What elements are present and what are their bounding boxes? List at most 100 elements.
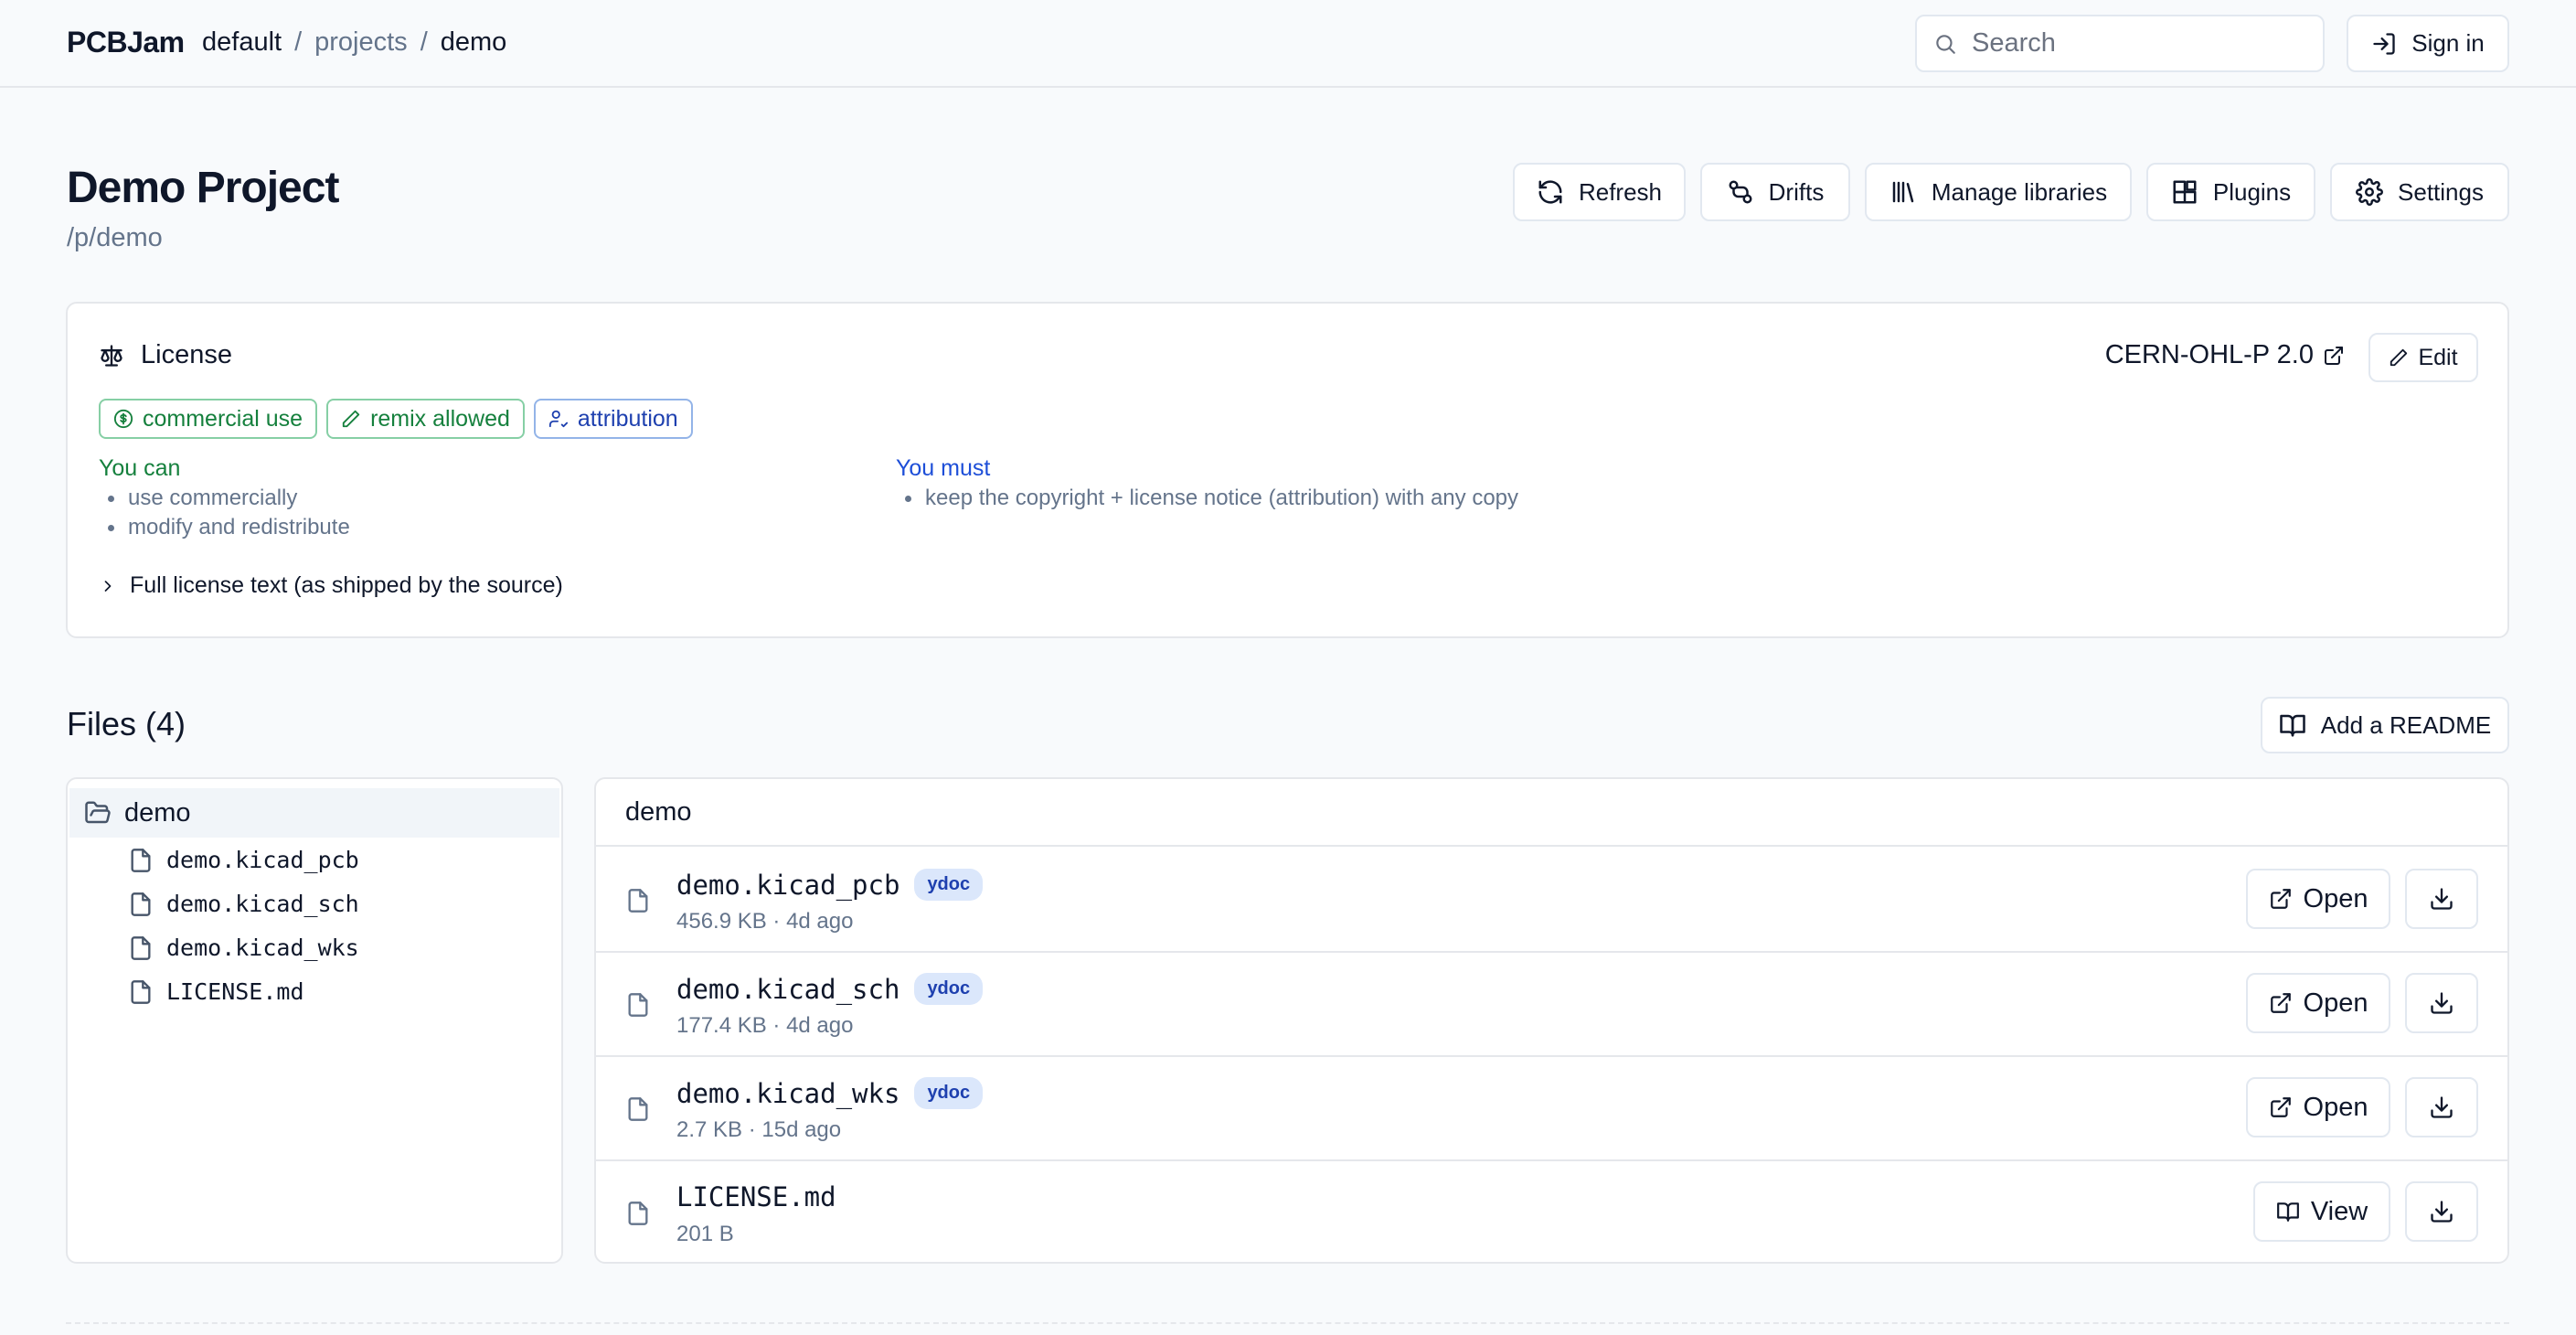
license-heading: License [99, 340, 232, 370]
view-button[interactable]: View [2253, 1181, 2390, 1242]
files-title: Files (4) [67, 705, 186, 742]
git-compare-icon [1727, 178, 1754, 206]
search-input[interactable] [1972, 28, 2301, 59]
file-name[interactable]: demo.kicad_wks [676, 1078, 899, 1109]
plugins-button[interactable]: Plugins [2146, 163, 2315, 221]
download-icon [2429, 1199, 2454, 1224]
file-name[interactable]: demo.kicad_sch [676, 974, 899, 1005]
open-button[interactable]: Open [2246, 973, 2390, 1033]
file-name-line: demo.kicad_sch ydoc [676, 973, 984, 1005]
open-button[interactable]: Open [2246, 869, 2390, 929]
download-button[interactable] [2405, 973, 2478, 1033]
download-icon [2429, 990, 2454, 1016]
book-open-icon [2279, 711, 2306, 739]
book-open-icon [2276, 1200, 2300, 1223]
file-name-line: LICENSE.md [676, 1181, 836, 1212]
download-icon [2429, 886, 2454, 912]
user-check-icon [548, 409, 569, 429]
file-meta: 2.7 KB · 15d ago [676, 1117, 842, 1142]
external-link-icon [2269, 1095, 2293, 1119]
project-path: /p/demo [67, 223, 163, 252]
file-list-header: demo [596, 779, 2507, 847]
license-name-link[interactable]: CERN-OHL-P 2.0 [2105, 340, 2345, 370]
tree-item[interactable]: demo.kicad_sch [128, 891, 359, 917]
drifts-button[interactable]: Drifts [1700, 163, 1850, 221]
download-button[interactable] [2405, 1181, 2478, 1242]
license-name: CERN-OHL-P 2.0 [2104, 340, 2314, 369]
sign-in-icon [2371, 31, 2397, 57]
chevron-right-icon [99, 577, 117, 595]
file-tree: demo demo.kicad_pcb demo.kicad_sch demo.… [66, 777, 563, 1264]
ydoc-badge: ydoc [914, 869, 984, 901]
you-can-item: use commercially [99, 484, 350, 513]
open-button[interactable]: Open [2246, 1077, 2390, 1137]
breadcrumb-separator: / [294, 27, 303, 57]
view-label: View [2310, 1196, 2368, 1226]
file-meta: 456.9 KB · 4d ago [676, 909, 854, 934]
plugins-label: Plugins [2212, 177, 2292, 206]
edit-label: Edit [2418, 344, 2458, 370]
badge-commercial-use: commercial use [99, 399, 318, 439]
search-box[interactable] [1915, 15, 2325, 72]
page-title: Demo Project [67, 164, 339, 212]
breadcrumb-org[interactable]: default [202, 27, 282, 58]
section-divider [66, 1322, 2509, 1335]
add-readme-label: Add a README [2320, 710, 2492, 739]
settings-button[interactable]: Settings [2330, 163, 2509, 221]
pencil-icon [2389, 347, 2409, 368]
external-link-icon [2269, 991, 2293, 1015]
open-label: Open [2303, 988, 2368, 1018]
badge-label: attribution [577, 405, 678, 432]
license-heading-label: License [141, 340, 232, 369]
file-meta: 201 B [676, 1222, 734, 1246]
dollar-icon [113, 409, 133, 429]
sign-in-button[interactable]: Sign in [2347, 15, 2509, 72]
open-label: Open [2303, 883, 2368, 913]
download-icon [2429, 1095, 2454, 1120]
top-bar: PCBJam default / projects / demo Sign in [0, 0, 2576, 88]
tree-folder-label: demo [124, 797, 191, 828]
tree-item-label: LICENSE.md [166, 978, 304, 1005]
file-icon [625, 1200, 651, 1227]
folder-open-icon [84, 799, 112, 827]
you-must-item: keep the copyright + license notice (att… [896, 484, 1518, 513]
download-button[interactable] [2405, 1077, 2478, 1137]
tree-item-label: demo.kicad_sch [166, 891, 359, 917]
download-button[interactable] [2405, 869, 2478, 929]
file-row: demo.kicad_wks ydoc 2.7 KB · 15d ago Ope… [596, 1057, 2507, 1161]
you-can-title: You can [99, 455, 181, 481]
open-label: Open [2303, 1092, 2368, 1122]
file-row: LICENSE.md 201 B View [596, 1161, 2507, 1266]
refresh-label: Refresh [1578, 177, 1663, 206]
file-icon [128, 892, 154, 917]
badge-label: commercial use [143, 405, 303, 432]
external-link-icon [2323, 345, 2345, 367]
file-name[interactable]: demo.kicad_pcb [676, 870, 899, 901]
file-icon [128, 935, 154, 961]
badge-label: remix allowed [370, 405, 510, 432]
settings-label: Settings [2398, 177, 2484, 206]
file-list: demo demo.kicad_pcb ydoc 456.9 KB · 4d a… [594, 777, 2509, 1264]
tree-item-label: demo.kicad_wks [166, 934, 359, 961]
ydoc-badge: ydoc [914, 973, 984, 1005]
library-icon [1889, 178, 1917, 206]
badge-attribution: attribution [533, 399, 693, 439]
edit-license-button[interactable]: Edit [2368, 333, 2478, 382]
full-license-toggle[interactable]: Full license text (as shipped by the sou… [99, 572, 563, 599]
tree-folder-demo[interactable]: demo [69, 788, 559, 838]
tree-item[interactable]: demo.kicad_pcb [128, 847, 359, 873]
manage-libraries-button[interactable]: Manage libraries [1865, 163, 2132, 221]
tree-item[interactable]: demo.kicad_wks [128, 934, 359, 961]
file-name[interactable]: LICENSE.md [676, 1181, 836, 1212]
breadcrumb-projects[interactable]: projects [314, 27, 408, 58]
file-icon [625, 887, 651, 914]
brand-logo[interactable]: PCBJam [67, 26, 185, 59]
tree-item[interactable]: LICENSE.md [128, 978, 304, 1005]
pencil-icon [341, 409, 361, 429]
ydoc-badge: ydoc [914, 1077, 984, 1109]
refresh-button[interactable]: Refresh [1513, 163, 1686, 221]
search-icon [1933, 32, 1957, 56]
file-row: demo.kicad_pcb ydoc 456.9 KB · 4d ago Op… [596, 849, 2507, 953]
file-name-line: demo.kicad_pcb ydoc [676, 869, 984, 901]
add-readme-button[interactable]: Add a README [2261, 697, 2509, 753]
